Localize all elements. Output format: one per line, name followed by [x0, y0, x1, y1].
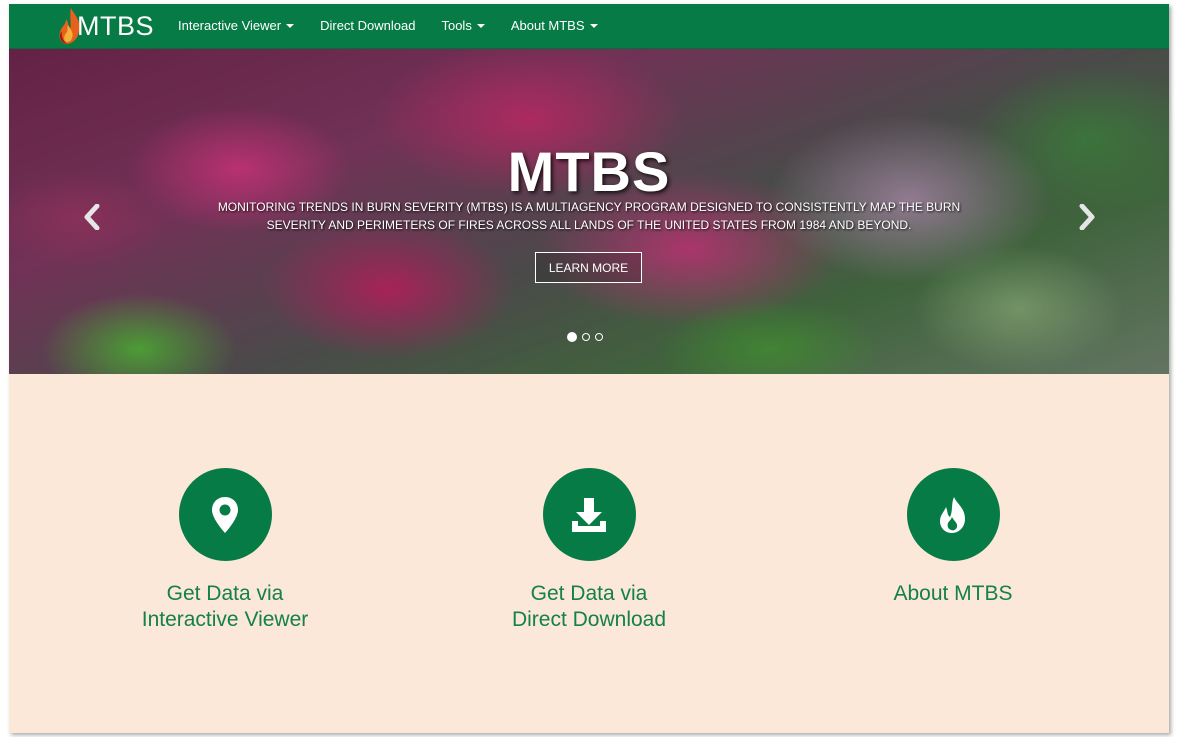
feature-section: Get Data via Interactive Viewer Get Data… — [9, 374, 1169, 733]
feature-icon-circle[interactable] — [178, 468, 272, 561]
nav-menu: Interactive Viewer Direct Download Tools… — [165, 4, 611, 48]
feature-label-line1: About MTBS — [893, 582, 1013, 605]
learn-more-button[interactable]: LEARN MORE — [535, 252, 642, 283]
feature-icon-circle[interactable] — [542, 468, 636, 561]
hero-title: MTBS — [507, 140, 671, 203]
carousel-indicators — [567, 332, 603, 342]
carousel-caption: MTBS Monitoring Trends in Burn Severity … — [9, 49, 1169, 374]
nav-item-about-mtbs[interactable]: About MTBS — [498, 4, 611, 48]
feature-label-line2: Direct Download — [511, 608, 667, 631]
caret-down-icon — [589, 24, 598, 28]
brand-text: MTBS — [77, 10, 155, 41]
map-marker-icon — [212, 496, 238, 533]
feature-about-mtbs[interactable]: About MTBS — [823, 468, 1083, 607]
carousel-indicator-2[interactable] — [582, 333, 590, 341]
feature-label[interactable]: Get Data via Interactive Viewer — [95, 581, 355, 633]
feature-interactive-viewer[interactable]: Get Data via Interactive Viewer — [95, 468, 355, 633]
top-navbar: MTBS Interactive Viewer Direct Download … — [9, 4, 1169, 49]
browser-page: MTBS Interactive Viewer Direct Download … — [9, 4, 1169, 733]
hero-description: Monitoring Trends in Burn Severity (MTBS… — [217, 200, 961, 232]
nav-item-label: About MTBS — [510, 18, 585, 33]
caret-down-icon — [476, 24, 485, 28]
feature-label-line1: Get Data via — [530, 582, 648, 605]
feature-icon-circle[interactable] — [906, 468, 1000, 561]
feature-label[interactable]: Get Data via Direct Download — [459, 581, 719, 633]
hero-carousel: MTBS Monitoring Trends in Burn Severity … — [9, 49, 1169, 374]
nav-item-label: Tools — [441, 18, 472, 33]
fire-icon — [940, 496, 965, 533]
feature-label[interactable]: About MTBS — [823, 581, 1083, 607]
nav-item-tools[interactable]: Tools — [428, 4, 497, 48]
carousel-indicator-1[interactable] — [567, 332, 577, 342]
nav-item-label: Interactive Viewer — [178, 18, 282, 33]
download-icon — [572, 497, 606, 532]
nav-item-label: Direct Download — [320, 18, 416, 33]
carousel-indicator-3[interactable] — [595, 333, 603, 341]
feature-label-line1: Get Data via — [166, 582, 284, 605]
caret-down-icon — [286, 24, 295, 28]
nav-item-direct-download[interactable]: Direct Download — [307, 4, 428, 48]
brand-logo[interactable]: MTBS — [57, 6, 154, 46]
nav-item-interactive-viewer[interactable]: Interactive Viewer — [165, 4, 307, 48]
feature-direct-download[interactable]: Get Data via Direct Download — [459, 468, 719, 633]
feature-label-line2: Interactive Viewer — [141, 608, 309, 631]
